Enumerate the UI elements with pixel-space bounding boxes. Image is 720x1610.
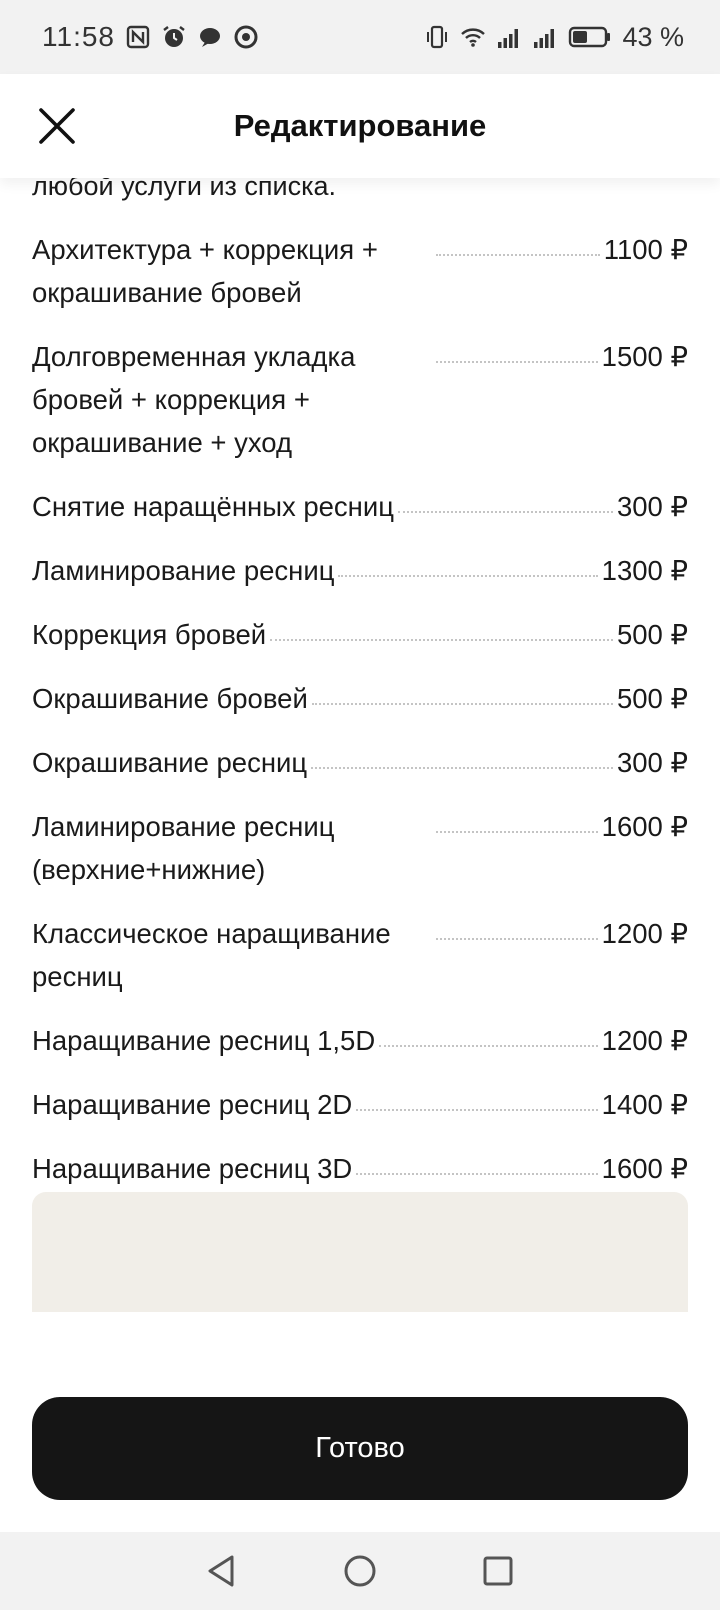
nfc-icon [125, 24, 151, 50]
service-name: Наращивание ресниц 1,5D [32, 1025, 376, 1056]
services-content[interactable]: любой услуги из списка. Архитектура + ко… [0, 178, 720, 1532]
service-item: Наращивание ресниц 3D 1600 ₽ [32, 1147, 688, 1190]
service-name: Классическое наращивание ресниц [32, 918, 391, 992]
service-price: 1300 ₽ [601, 555, 688, 586]
dotted-leader [436, 228, 600, 256]
close-icon [39, 108, 75, 144]
status-bar: 11:58 43 % [0, 0, 720, 74]
dotted-leader [356, 1083, 598, 1111]
service-price: 500 ₽ [616, 683, 688, 714]
home-button[interactable] [340, 1551, 380, 1591]
signal-icon [532, 24, 558, 50]
signal-icon [496, 24, 522, 50]
status-left: 11:58 [42, 21, 259, 53]
close-button[interactable] [32, 101, 82, 151]
service-name: Коррекция бровей [32, 619, 267, 650]
dotted-leader [379, 1019, 598, 1047]
service-price: 1600 ₽ [601, 811, 688, 842]
service-price: 300 ₽ [616, 747, 688, 778]
dotted-leader [398, 485, 613, 513]
alarm-icon [161, 24, 187, 50]
wifi-icon [460, 24, 486, 50]
service-price: 300 ₽ [616, 491, 688, 522]
service-name: Снятие наращённых ресниц [32, 491, 394, 522]
back-button[interactable] [202, 1551, 242, 1591]
service-item: Ламинирование ресниц 1300 ₽ [32, 549, 688, 592]
dotted-leader [436, 912, 598, 940]
service-item: Классическое наращивание ресниц 1200 ₽ [32, 912, 688, 998]
service-price: 1100 ₽ [603, 234, 688, 265]
service-price: 1200 ₽ [601, 1025, 688, 1056]
price-list: Архитектура + коррекция + окрашивание бр… [32, 228, 688, 1318]
service-item: Наращивание ресниц 2D 1400 ₽ [32, 1083, 688, 1126]
service-price: 1600 ₽ [601, 1153, 688, 1184]
service-name: Наращивание ресниц 3D [32, 1153, 353, 1184]
service-price: 500 ₽ [616, 619, 688, 650]
header: Редактирование [0, 74, 720, 178]
service-item: Наращивание ресниц 1,5D 1200 ₽ [32, 1019, 688, 1062]
service-item: Коррекция бровей 500 ₽ [32, 613, 688, 656]
service-item: Долговременная укладка бровей + коррекци… [32, 335, 688, 464]
service-name: Долговременная укладка бровей + коррекци… [32, 341, 356, 458]
service-name: Архитектура + коррекция + окрашивание бр… [32, 234, 378, 308]
status-right: 43 % [424, 22, 684, 53]
status-time: 11:58 [42, 21, 115, 52]
service-name: Окрашивание бровей [32, 683, 308, 714]
info-block [32, 1192, 688, 1312]
dotted-leader [436, 335, 598, 363]
battery-icon [568, 24, 612, 50]
service-price: 1500 ₽ [601, 341, 688, 372]
service-price: 1200 ₽ [601, 918, 688, 949]
dotted-leader [270, 613, 613, 641]
dotted-leader [436, 805, 598, 833]
vibrate-icon [424, 24, 450, 50]
service-item: Ламинирование ресниц (верхние+нижние) 160… [32, 805, 688, 891]
service-name: Ламинирование ресниц (верхние+нижние) [32, 811, 335, 885]
chat-icon [197, 24, 223, 50]
chrome-icon [233, 24, 259, 50]
service-item: Архитектура + коррекция + окрашивание бр… [32, 228, 688, 314]
service-name: Окрашивание ресниц [32, 747, 308, 778]
service-item: Снятие наращённых ресниц 300 ₽ [32, 485, 688, 528]
service-price: 1400 ₽ [601, 1089, 688, 1120]
recents-button[interactable] [478, 1551, 518, 1591]
dotted-leader [356, 1147, 598, 1175]
page-title: Редактирование [233, 108, 487, 143]
service-name: Ламинирование ресниц [32, 555, 335, 586]
intro-text: любой услуги из списка. [32, 178, 337, 201]
battery-percent: 43 % [622, 21, 684, 52]
back-icon [208, 1555, 234, 1587]
service-item: Окрашивание бровей 500 ₽ [32, 677, 688, 720]
dotted-leader [311, 741, 613, 769]
nav-bar [0, 1532, 720, 1610]
service-item: Окрашивание ресниц 300 ₽ [32, 741, 688, 784]
done-button[interactable]: Готово [32, 1397, 688, 1500]
dotted-leader [311, 677, 613, 705]
recents-icon [483, 1556, 513, 1586]
dotted-leader [338, 549, 598, 577]
service-name: Наращивание ресниц 2D [32, 1089, 353, 1120]
home-icon [344, 1555, 376, 1587]
